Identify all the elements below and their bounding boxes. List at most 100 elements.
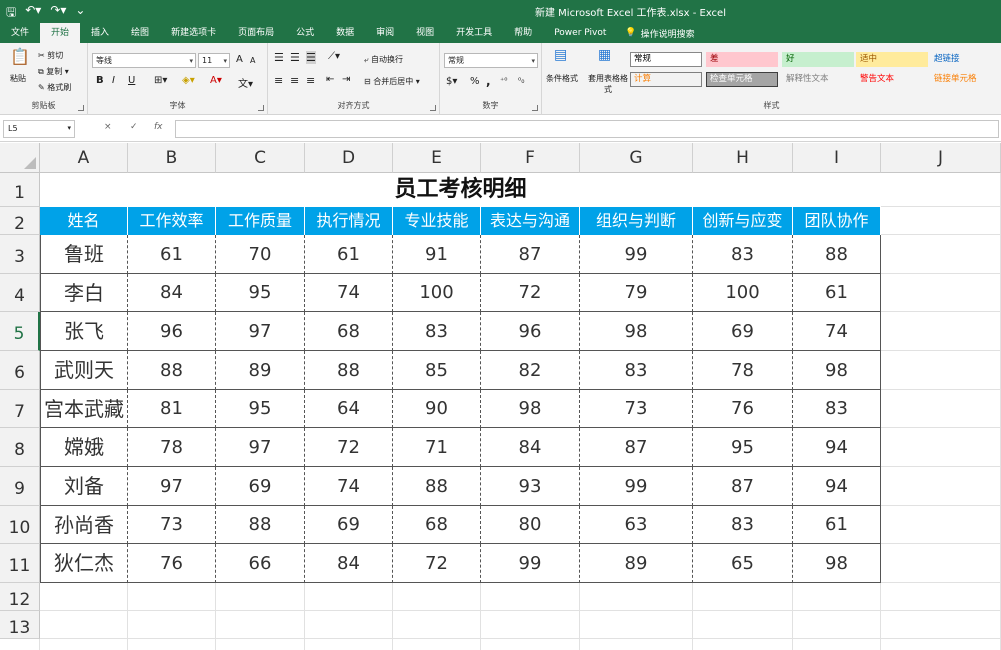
column-header-A[interactable]: A bbox=[40, 143, 128, 173]
row-header-13[interactable]: 13 bbox=[0, 611, 40, 639]
tab-12[interactable]: Power Pivot bbox=[543, 23, 617, 43]
row-header-11[interactable]: 11 bbox=[0, 544, 40, 583]
italic-button[interactable]: I bbox=[112, 75, 115, 86]
header-cell[interactable]: 执行情况 bbox=[305, 207, 393, 235]
employee-name-cell[interactable]: 刘备 bbox=[40, 467, 128, 506]
font-launcher[interactable] bbox=[258, 105, 264, 111]
score-cell[interactable]: 79 bbox=[580, 274, 693, 312]
employee-name-cell[interactable]: 李白 bbox=[40, 274, 128, 312]
employee-name-cell[interactable]: 孙尚香 bbox=[40, 506, 128, 544]
tab-5[interactable]: 页面布局 bbox=[227, 23, 285, 43]
merge-center-button[interactable]: ⊟ 合并后居中 ▾ bbox=[364, 76, 420, 87]
score-cell[interactable]: 61 bbox=[128, 235, 216, 274]
row-header-7[interactable]: 7 bbox=[0, 390, 40, 428]
cell-style-1[interactable]: 差 bbox=[706, 52, 778, 67]
score-cell[interactable]: 73 bbox=[580, 390, 693, 428]
score-cell[interactable]: 93 bbox=[481, 467, 580, 506]
score-cell[interactable]: 97 bbox=[216, 312, 305, 351]
employee-name-cell[interactable]: 狄仁杰 bbox=[40, 544, 128, 583]
row-header-2[interactable]: 2 bbox=[0, 207, 40, 235]
column-header-F[interactable]: F bbox=[481, 143, 580, 173]
column-header-J[interactable]: J bbox=[881, 143, 1001, 173]
score-cell[interactable]: 81 bbox=[128, 390, 216, 428]
bold-button[interactable]: B bbox=[96, 75, 104, 86]
score-cell[interactable]: 83 bbox=[393, 312, 481, 351]
align-middle-icon[interactable]: ☰ bbox=[290, 51, 300, 64]
column-header-D[interactable]: D bbox=[305, 143, 393, 173]
paste-icon[interactable]: 📋 bbox=[8, 47, 32, 66]
tab-0[interactable]: 文件 bbox=[0, 23, 40, 43]
paste-button[interactable]: 粘贴 bbox=[10, 73, 26, 84]
score-cell[interactable]: 88 bbox=[305, 351, 393, 390]
score-cell[interactable]: 99 bbox=[580, 467, 693, 506]
cell-style-0[interactable]: 常规 bbox=[630, 52, 702, 67]
tab-6[interactable]: 公式 bbox=[285, 23, 325, 43]
align-bottom-icon[interactable]: ☰ bbox=[306, 51, 316, 64]
cell-style-7[interactable]: 解释性文本 bbox=[782, 72, 854, 87]
score-cell[interactable]: 72 bbox=[393, 544, 481, 583]
score-cell[interactable]: 97 bbox=[128, 467, 216, 506]
score-cell[interactable]: 83 bbox=[693, 506, 793, 544]
grow-font-button[interactable]: A bbox=[236, 54, 243, 65]
formula-input[interactable] bbox=[175, 120, 999, 138]
score-cell[interactable]: 70 bbox=[216, 235, 305, 274]
row-header-1[interactable]: 1 bbox=[0, 173, 40, 207]
score-cell[interactable]: 89 bbox=[580, 544, 693, 583]
employee-name-cell[interactable]: 鲁班 bbox=[40, 235, 128, 274]
score-cell[interactable]: 88 bbox=[128, 351, 216, 390]
score-cell[interactable]: 99 bbox=[481, 544, 580, 583]
fill-color-icon[interactable]: ◈▾ bbox=[182, 75, 195, 86]
decrease-decimal-icon[interactable]: ⁰₀ bbox=[518, 76, 524, 85]
score-cell[interactable]: 83 bbox=[693, 235, 793, 274]
score-cell[interactable]: 94 bbox=[793, 428, 881, 467]
column-header-H[interactable]: H bbox=[693, 143, 793, 173]
score-cell[interactable]: 68 bbox=[305, 312, 393, 351]
score-cell[interactable]: 99 bbox=[580, 235, 693, 274]
score-cell[interactable]: 98 bbox=[793, 544, 881, 583]
tell-me-search[interactable]: 💡 操作说明搜索 bbox=[617, 27, 694, 40]
alignment-launcher[interactable] bbox=[430, 105, 436, 111]
score-cell[interactable]: 64 bbox=[305, 390, 393, 428]
copy-button[interactable]: ⧉ 复制 ▾ bbox=[38, 66, 69, 77]
font-name-select[interactable]: 等线 ▾ bbox=[92, 53, 196, 68]
score-cell[interactable]: 78 bbox=[693, 351, 793, 390]
score-cell[interactable]: 73 bbox=[128, 506, 216, 544]
column-header-G[interactable]: G bbox=[580, 143, 693, 173]
row-header-3[interactable]: 3 bbox=[0, 235, 40, 274]
score-cell[interactable]: 83 bbox=[580, 351, 693, 390]
score-cell[interactable]: 71 bbox=[393, 428, 481, 467]
row-header-12[interactable]: 12 bbox=[0, 583, 40, 611]
name-box[interactable]: L5 ▾ bbox=[3, 120, 75, 138]
header-cell[interactable]: 团队协作 bbox=[793, 207, 881, 235]
score-cell[interactable]: 95 bbox=[216, 274, 305, 312]
row-header-9[interactable]: 9 bbox=[0, 467, 40, 506]
align-right-icon[interactable]: ≡ bbox=[306, 74, 315, 87]
score-cell[interactable]: 88 bbox=[393, 467, 481, 506]
score-cell[interactable]: 74 bbox=[305, 467, 393, 506]
cell-style-2[interactable]: 好 bbox=[782, 52, 854, 67]
underline-button[interactable]: U bbox=[128, 75, 135, 86]
score-cell[interactable]: 90 bbox=[393, 390, 481, 428]
score-cell[interactable]: 96 bbox=[481, 312, 580, 351]
score-cell[interactable]: 97 bbox=[216, 428, 305, 467]
score-cell[interactable]: 61 bbox=[793, 506, 881, 544]
score-cell[interactable]: 94 bbox=[793, 467, 881, 506]
header-cell[interactable]: 表达与沟通 bbox=[481, 207, 580, 235]
conditional-format-icon[interactable]: ▤ bbox=[554, 47, 567, 63]
score-cell[interactable]: 83 bbox=[793, 390, 881, 428]
font-size-select[interactable]: 11 ▾ bbox=[198, 53, 230, 68]
cell-style-6[interactable]: 检查单元格 bbox=[706, 72, 778, 87]
tab-7[interactable]: 数据 bbox=[325, 23, 365, 43]
tab-3[interactable]: 绘图 bbox=[120, 23, 160, 43]
row-header-5[interactable]: 5 bbox=[0, 312, 40, 351]
increase-indent-icon[interactable]: ⇥ bbox=[342, 74, 350, 85]
score-cell[interactable]: 74 bbox=[305, 274, 393, 312]
number-launcher[interactable] bbox=[532, 105, 538, 111]
cell-style-9[interactable]: 链接单元格 bbox=[930, 72, 1001, 87]
score-cell[interactable]: 95 bbox=[693, 428, 793, 467]
increase-decimal-icon[interactable]: ⁺⁰ bbox=[500, 76, 507, 85]
orientation-icon[interactable]: ⟋▾ bbox=[328, 51, 340, 62]
score-cell[interactable]: 84 bbox=[481, 428, 580, 467]
row-header-8[interactable]: 8 bbox=[0, 428, 40, 467]
percent-button[interactable]: % bbox=[470, 76, 480, 87]
